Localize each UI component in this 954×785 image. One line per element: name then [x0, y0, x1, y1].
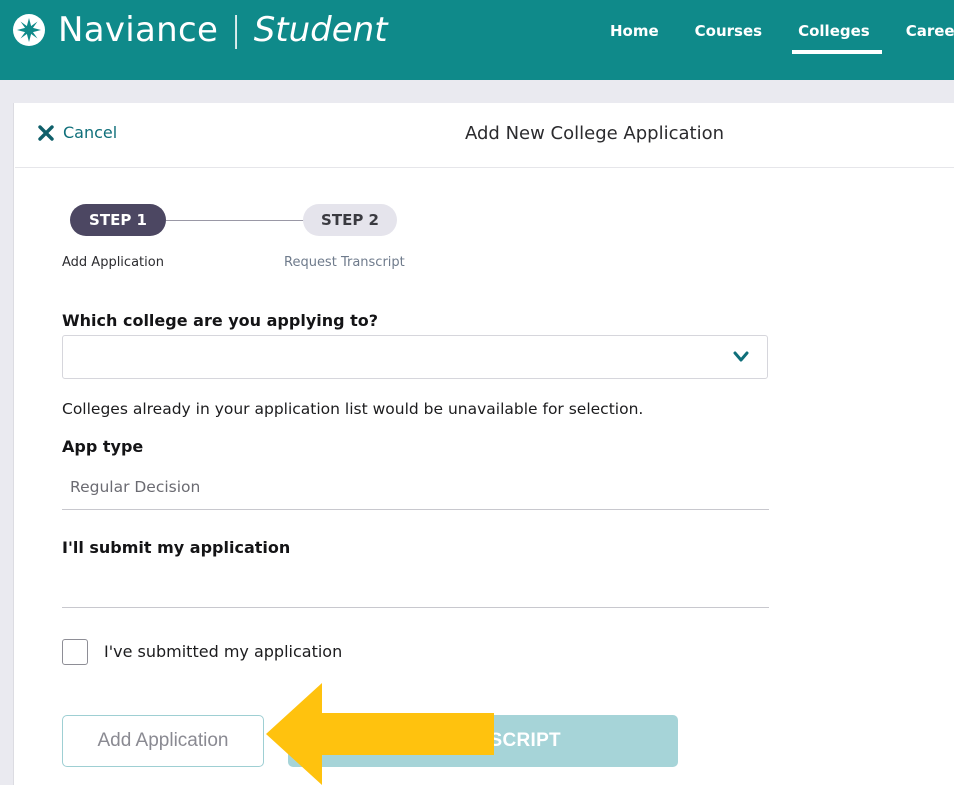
app-type-underline [62, 509, 769, 510]
main-nav: Home Courses Colleges Careers [610, 22, 954, 54]
brand-subtitle: Student [253, 10, 388, 50]
page-title: Add New College Application [465, 123, 725, 144]
arrow-left-icon [266, 683, 494, 785]
submitted-checkbox-label[interactable]: I've submitted my application [104, 642, 342, 661]
add-application-button[interactable]: Add Application [62, 715, 264, 767]
college-help-text: Colleges already in your application lis… [62, 400, 644, 418]
app-type-label: App type [62, 437, 144, 456]
header-divider [0, 80, 954, 103]
left-gutter [0, 103, 14, 785]
step-2-label[interactable]: Request Transcript [284, 255, 405, 270]
top-navbar: Naviance | Student Home Courses Colleges… [0, 0, 954, 80]
nav-colleges[interactable]: Colleges [792, 22, 882, 54]
brand-logo[interactable]: Naviance | Student [12, 10, 388, 50]
compass-logo-icon [13, 14, 45, 46]
submitted-checkbox[interactable] [62, 639, 88, 665]
close-icon [38, 124, 54, 141]
step-2-pill[interactable]: STEP 2 [303, 204, 397, 236]
chevron-down-icon [733, 351, 749, 362]
nav-courses[interactable]: Courses [695, 22, 762, 48]
modal-titlebar: Cancel Add New College Application [15, 103, 954, 168]
step-1-pill: STEP 1 [70, 204, 166, 236]
cancel-label: Cancel [63, 123, 118, 142]
nav-home[interactable]: Home [610, 22, 659, 48]
nav-careers[interactable]: Careers [906, 22, 954, 48]
brand-name: Naviance [58, 10, 219, 50]
college-question-label: Which college are you applying to? [62, 311, 379, 330]
cancel-button[interactable]: Cancel [37, 123, 117, 142]
college-select[interactable] [62, 335, 768, 379]
brand-separator: | [230, 10, 242, 50]
stepper-connector [166, 220, 304, 221]
submit-method-field[interactable] [62, 607, 769, 608]
step-1-label: Add Application [62, 255, 164, 270]
submit-method-label: I'll submit my application [62, 538, 291, 557]
app-type-value[interactable]: Regular Decision [70, 478, 200, 496]
